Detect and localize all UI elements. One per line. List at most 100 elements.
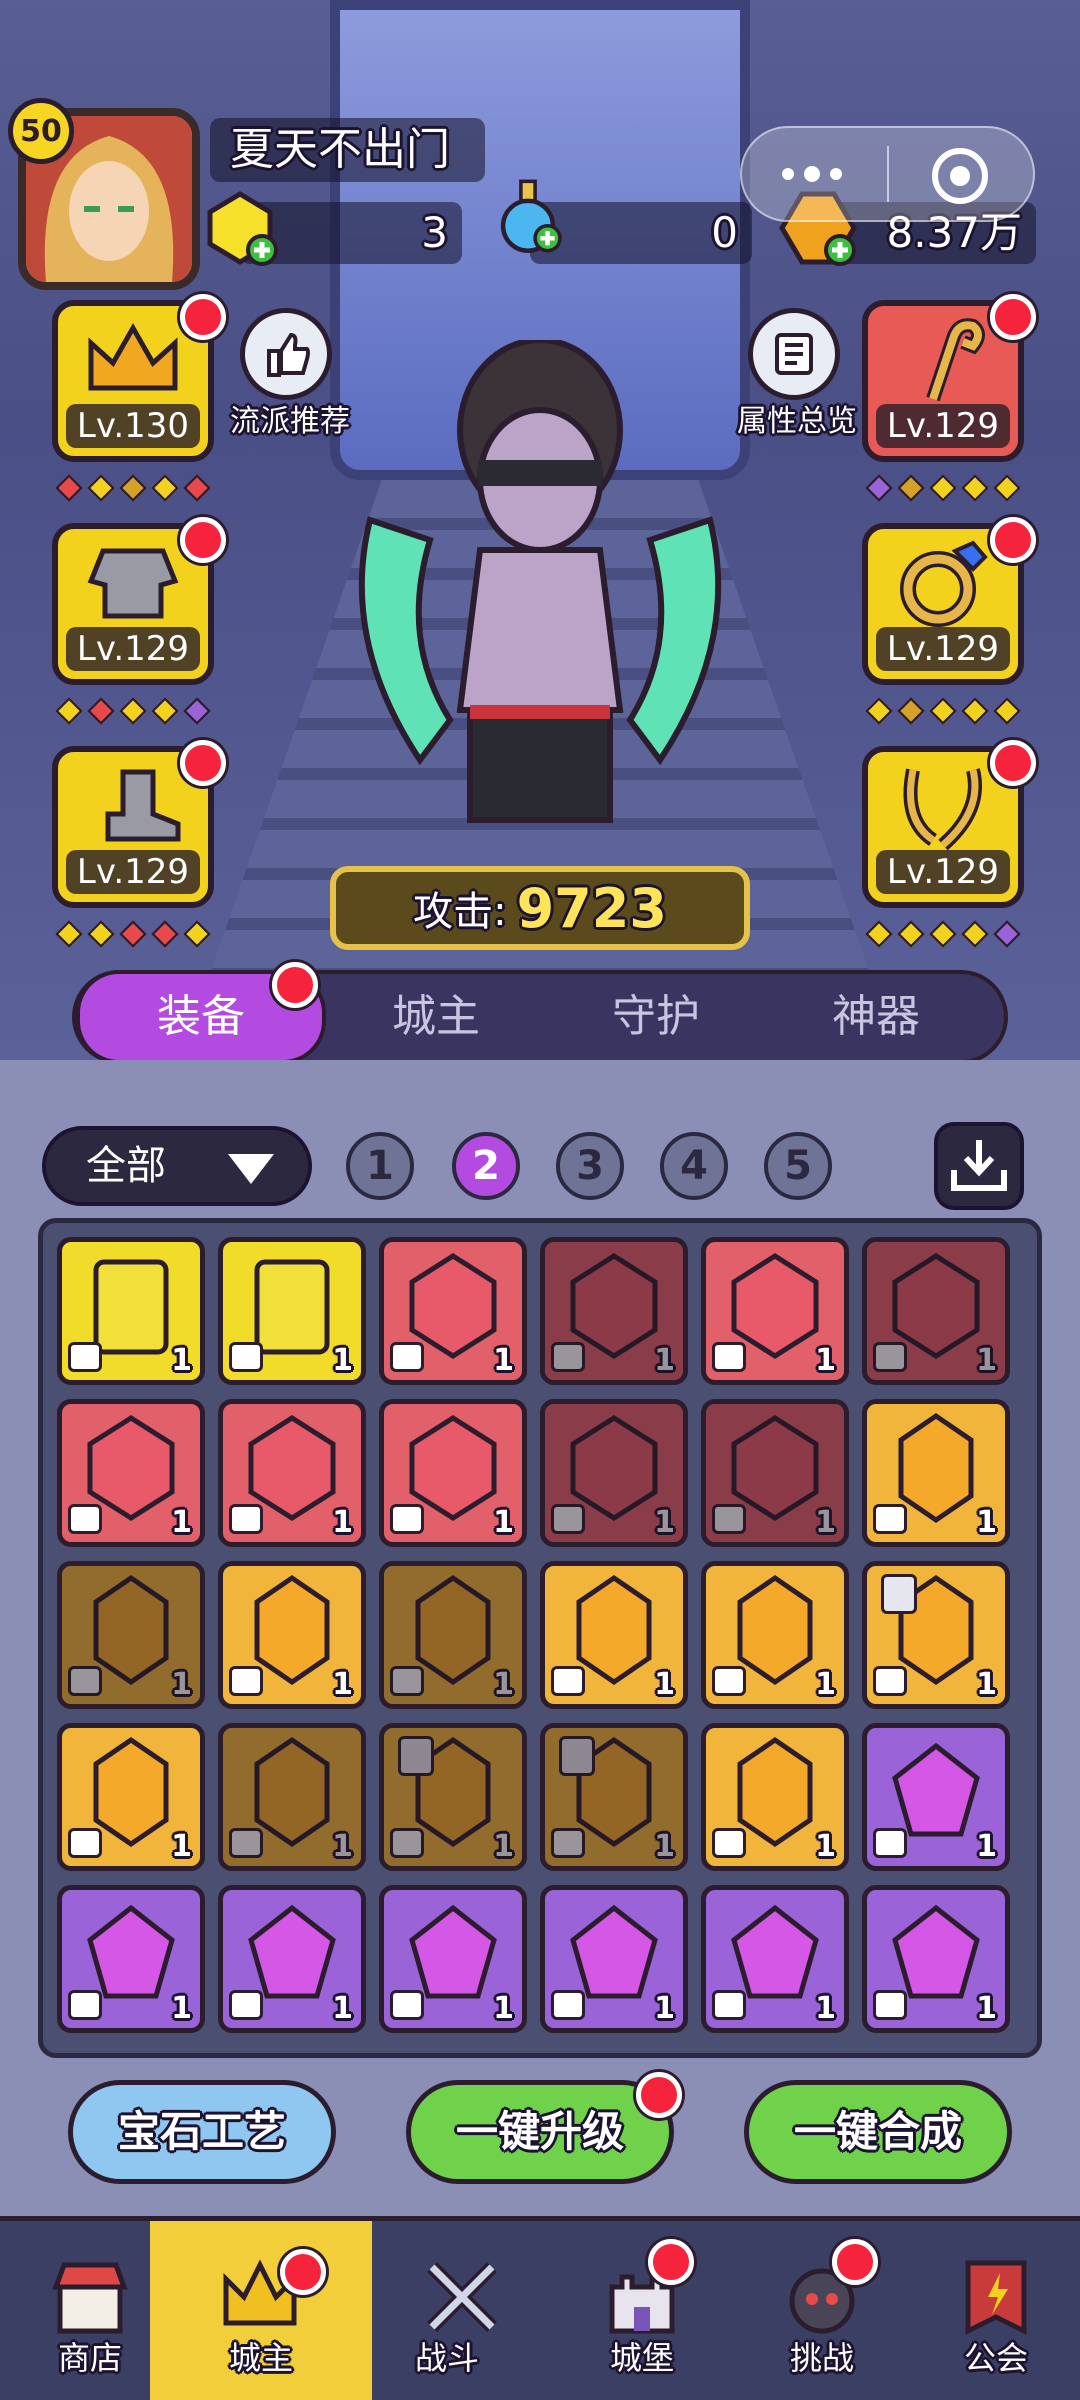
gem-item[interactable]: 1	[57, 1237, 205, 1385]
item-count: 1	[493, 1667, 514, 1702]
attack-power-panel: 攻击: 9723	[330, 866, 750, 950]
tab-guardian[interactable]: 守护	[546, 974, 766, 1060]
gem-item[interactable]: 1	[862, 1561, 1010, 1709]
download-tray-icon	[951, 1140, 1007, 1191]
gem-item[interactable]: 1	[218, 1237, 366, 1385]
gem-item[interactable]: 1	[57, 1399, 205, 1547]
tab-artifact[interactable]: 神器	[766, 974, 986, 1060]
equip-type-icon	[712, 1990, 746, 2020]
gem-item[interactable]: 1	[57, 1885, 205, 2033]
gem-craft-button[interactable]: 宝石工艺	[68, 2080, 336, 2184]
gem-item[interactable]: 1	[701, 1723, 849, 1871]
equip-type-icon	[551, 1666, 585, 1696]
gem-item[interactable]: 1	[862, 1723, 1010, 1871]
nav-label: 挑战	[789, 2339, 854, 2377]
item-count: 1	[654, 1343, 675, 1378]
gem-item[interactable]: 1	[540, 1399, 688, 1547]
school-recommend-label: 流派推荐	[230, 404, 350, 439]
gem-item[interactable]: 1	[379, 1723, 527, 1871]
equip-type-icon	[390, 1504, 424, 1534]
store-all-button[interactable]	[934, 1122, 1024, 1210]
item-count: 1	[332, 1829, 353, 1864]
equip-level: Lv.129	[876, 404, 1010, 448]
gem-icon	[93, 1574, 169, 1686]
more-menu-icon[interactable]	[782, 156, 852, 192]
gem-item[interactable]: 1	[218, 1561, 366, 1709]
lock-icon	[398, 1736, 434, 1776]
gem-item[interactable]: 1	[218, 1885, 366, 2033]
equip-type-icon	[68, 1504, 102, 1534]
gem-item[interactable]: 1	[862, 1885, 1010, 2033]
nav-guild[interactable]: 公会	[912, 2221, 1080, 2400]
gem-icon	[892, 1253, 980, 1359]
notification-dot	[990, 517, 1036, 563]
item-count: 1	[654, 1667, 675, 1702]
nav-castle[interactable]: 城堡	[552, 2221, 732, 2400]
gem-item[interactable]: 1	[218, 1399, 366, 1547]
page-button-1[interactable]: 1	[346, 1132, 414, 1200]
gem-item[interactable]: 1	[379, 1399, 527, 1547]
page-button-3[interactable]: 3	[556, 1132, 624, 1200]
gem-icon	[254, 1736, 330, 1848]
gem-item[interactable]: 1	[701, 1561, 849, 1709]
scroll-icon	[775, 333, 813, 375]
one-click-merge-button[interactable]: 一键合成	[744, 2080, 1012, 2184]
item-count: 1	[332, 1667, 353, 1702]
nav-label: 城堡	[609, 2339, 674, 2377]
notification-dot	[832, 2239, 878, 2285]
close-miniprogram-icon[interactable]	[932, 148, 988, 204]
nav-challenge[interactable]: 挑战	[732, 2221, 912, 2400]
gem-item[interactable]: 1	[540, 1237, 688, 1385]
gem-item[interactable]: 1	[701, 1399, 849, 1547]
equip-type-icon	[68, 1828, 102, 1858]
nav-castle-lord[interactable]: 城主	[150, 2221, 372, 2400]
miniprogram-capsule	[740, 126, 1035, 222]
lock-icon	[559, 1736, 595, 1776]
gem-item[interactable]: 1	[57, 1723, 205, 1871]
gem-item[interactable]: 1	[379, 1237, 527, 1385]
shop-icon	[52, 2262, 128, 2334]
nav-label: 城主	[228, 2339, 293, 2377]
gem-item[interactable]: 1	[379, 1885, 527, 2033]
gem-item[interactable]: 1	[57, 1561, 205, 1709]
equip-type-icon	[712, 1666, 746, 1696]
gem-item[interactable]: 1	[701, 1237, 849, 1385]
gem-item[interactable]: 1	[540, 1561, 688, 1709]
attributes-overview-button[interactable]	[748, 308, 840, 400]
equip-type-icon	[551, 1828, 585, 1858]
equip-level: Lv.129	[66, 850, 200, 894]
equip-type-icon	[873, 1504, 907, 1534]
equip-level: Lv.130	[66, 404, 200, 448]
nav-label: 公会	[963, 2339, 1028, 2377]
school-recommend-button[interactable]	[240, 308, 332, 400]
item-count: 1	[815, 1505, 836, 1540]
potion-plus-icon[interactable]	[488, 176, 568, 256]
gem-item[interactable]: 1	[379, 1561, 527, 1709]
page-button-5[interactable]: 5	[764, 1132, 832, 1200]
equip-level: Lv.129	[876, 627, 1010, 671]
item-count: 1	[976, 1505, 997, 1540]
gem-item[interactable]: 1	[701, 1885, 849, 2033]
gem-item[interactable]: 1	[540, 1723, 688, 1871]
page-button-2[interactable]: 2	[452, 1132, 520, 1200]
tab-castle-lord[interactable]: 城主	[326, 974, 546, 1060]
item-count: 1	[976, 1667, 997, 1702]
item-count: 1	[815, 1343, 836, 1378]
gem-item[interactable]: 1	[540, 1885, 688, 2033]
gem-item[interactable]: 1	[862, 1399, 1010, 1547]
item-count: 1	[976, 1343, 997, 1378]
notification-dot	[180, 294, 226, 340]
gem-item[interactable]: 1	[862, 1237, 1010, 1385]
nav-battle[interactable]: 战斗	[372, 2221, 552, 2400]
notification-dot	[990, 740, 1036, 786]
gem-slots	[865, 474, 1021, 503]
equip-type-icon	[551, 1504, 585, 1534]
gem-inventory-grid: 1 1 1 1 1 1 1 1 1 1 1 1 1 1 1 1 1 1 1 1 1 1 1 1 1 1 1 1 1 1	[38, 1218, 1042, 2058]
one-click-upgrade-button[interactable]: 一键升级	[406, 2080, 674, 2184]
gem-currency-plus-icon[interactable]	[200, 188, 280, 268]
ring-icon	[900, 540, 988, 627]
filter-dropdown[interactable]: 全部	[42, 1126, 312, 1206]
gem-item[interactable]: 1	[218, 1723, 366, 1871]
attack-value: 9723	[516, 876, 667, 940]
page-button-4[interactable]: 4	[660, 1132, 728, 1200]
